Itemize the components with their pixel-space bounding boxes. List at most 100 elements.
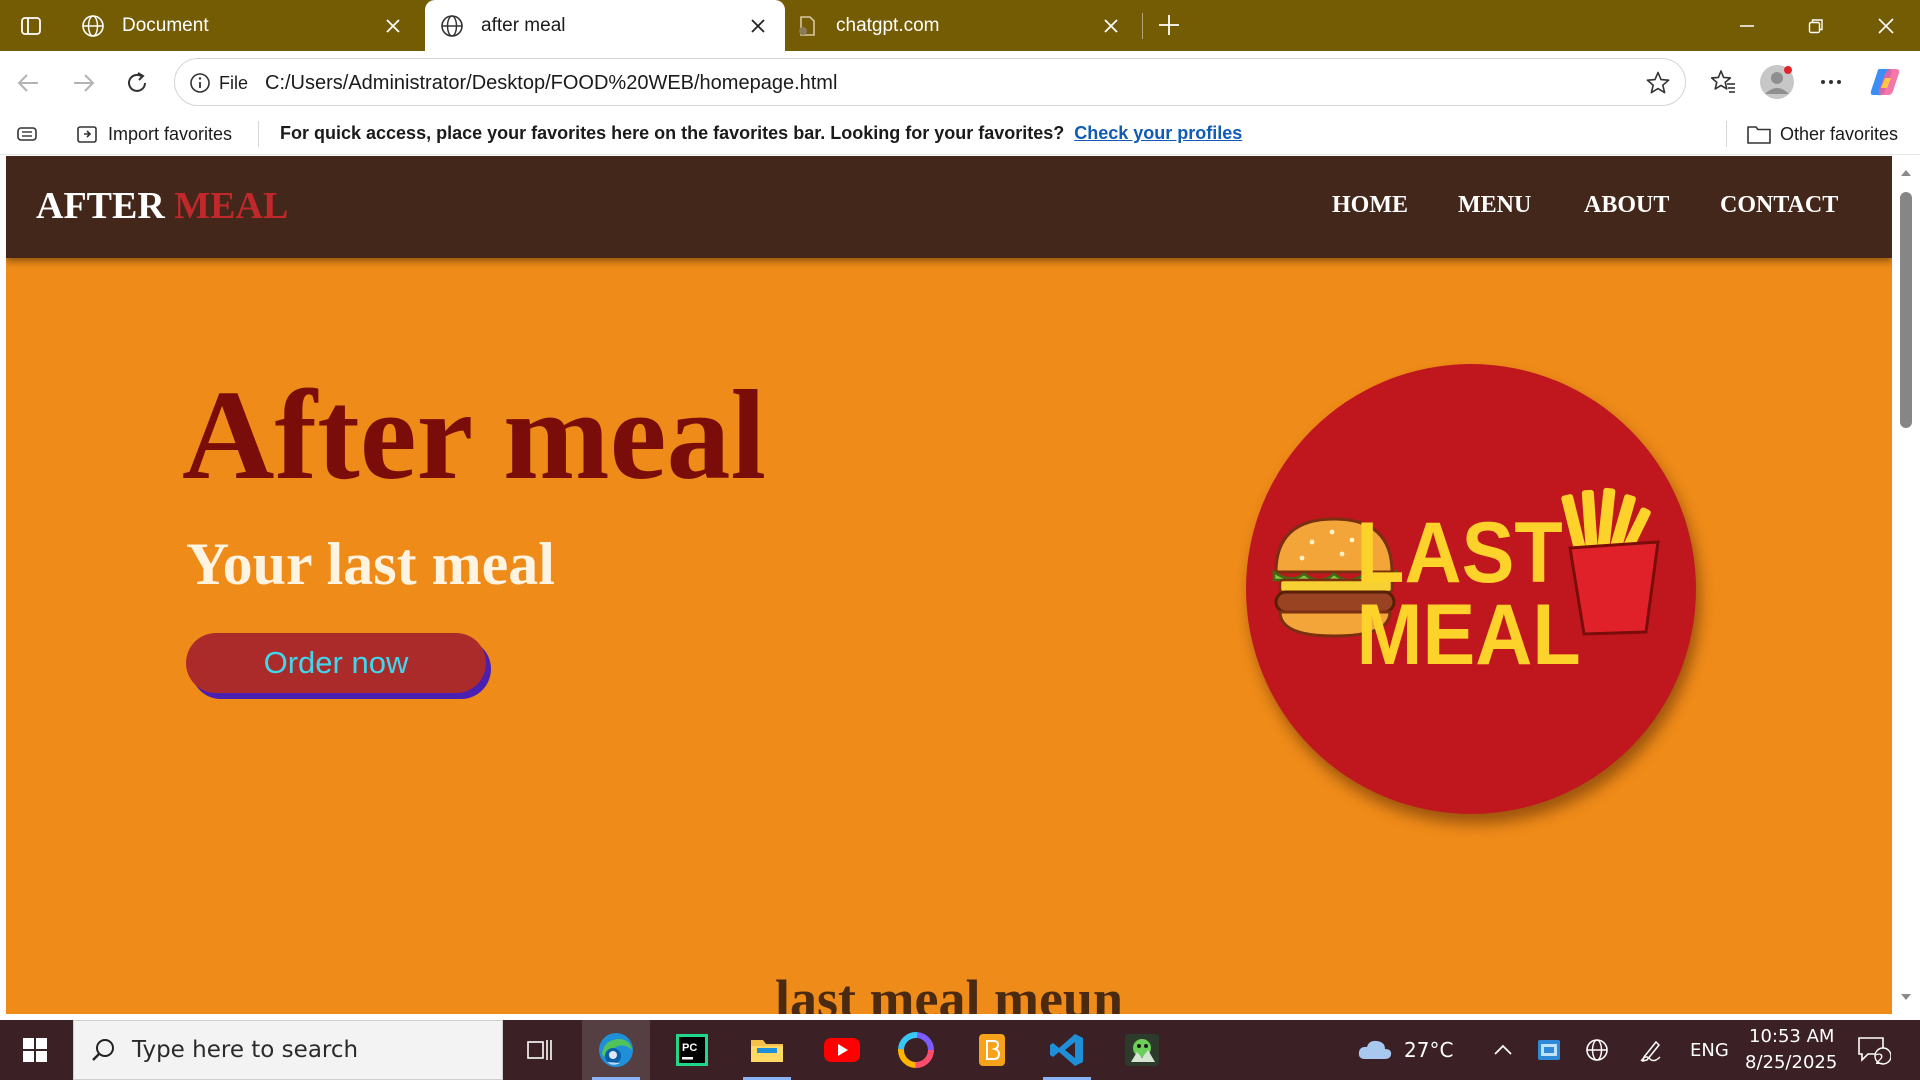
taskbar-color-app[interactable] [882, 1020, 950, 1080]
youtube-icon [824, 1038, 860, 1062]
restore-icon [1808, 18, 1823, 33]
taskbar-search[interactable]: Type here to search [73, 1020, 503, 1080]
globe-icon [80, 13, 106, 39]
tray-app-button[interactable] [1534, 1035, 1564, 1065]
windows-logo-icon [23, 1038, 47, 1062]
import-favorites-button[interactable]: Import favorites [74, 119, 232, 149]
taskbar-file-explorer[interactable] [733, 1020, 801, 1080]
pen-menu-button[interactable] [1636, 1035, 1666, 1065]
tray-app-icon [1538, 1040, 1560, 1060]
notification-icon [1858, 1037, 1891, 1065]
address-bar[interactable]: File C:/Users/Administrator/Desktop/FOOD… [174, 58, 1686, 106]
tab-title: after meal [481, 14, 566, 36]
forward-button[interactable] [64, 64, 102, 102]
weather-temperature[interactable]: 27°C [1404, 1038, 1453, 1062]
arrow-right-icon [74, 74, 95, 92]
check-profiles-link[interactable]: Check your profiles [1074, 123, 1242, 143]
tab-actions-button[interactable] [10, 12, 52, 40]
close-icon[interactable] [378, 11, 408, 41]
back-button[interactable] [10, 64, 48, 102]
taskbar-vscode[interactable] [1033, 1020, 1101, 1080]
tab-actions-icon [21, 17, 41, 35]
hero-title: After meal [182, 364, 766, 506]
nav-link-contact[interactable]: CONTACT [1720, 192, 1838, 219]
hero-subtitle: Your last meal [186, 531, 555, 597]
arrow-left-icon [17, 74, 38, 92]
game-app-icon [1125, 1034, 1159, 1066]
scroll-up-icon[interactable] [1899, 166, 1913, 180]
pen-icon [1640, 1040, 1661, 1063]
copilot-button[interactable] [1864, 61, 1906, 103]
task-view-button[interactable] [505, 1020, 573, 1080]
page-scrollbar[interactable] [1892, 156, 1920, 1014]
taskbar-pycharm[interactable]: PC [658, 1020, 726, 1080]
chevron-up-icon [1494, 1044, 1512, 1055]
add-favorite-button[interactable] [1645, 70, 1671, 96]
tab-document[interactable]: Document [66, 0, 420, 51]
collections-button[interactable] [14, 119, 48, 149]
refresh-button[interactable] [118, 64, 156, 102]
profile-button[interactable] [1756, 61, 1798, 103]
new-tab-button[interactable] [1152, 8, 1186, 42]
url-text[interactable]: C:/Users/Administrator/Desktop/FOOD%20WE… [265, 72, 837, 95]
close-icon[interactable] [1096, 11, 1126, 41]
weather-widget[interactable] [1356, 1035, 1394, 1065]
search-icon [88, 1035, 118, 1065]
info-icon [190, 73, 210, 93]
page-loading-icon [794, 13, 820, 39]
site-navbar: AFTER MEAL HOME MENU ABOUT CONTACT [6, 156, 1892, 258]
tab-after-meal[interactable]: after meal [425, 0, 785, 51]
close-window-button[interactable] [1857, 0, 1915, 51]
other-favorites-button[interactable]: Other favorites [1746, 119, 1898, 149]
tab-title: chatgpt.com [836, 14, 940, 36]
favorites-button[interactable] [1702, 61, 1744, 103]
nav-link-home[interactable]: HOME [1332, 192, 1408, 219]
clock-date[interactable]: 8/25/2025 [1745, 1052, 1837, 1073]
taskbar-edge[interactable] [582, 1020, 650, 1080]
close-icon [1878, 17, 1894, 34]
browser-toolbar: File C:/Users/Administrator/Desktop/FOOD… [0, 51, 1920, 113]
avatar [1760, 65, 1794, 99]
site-info-button[interactable]: File [189, 70, 248, 96]
favorites-message: For quick access, place your favorites h… [280, 123, 1065, 143]
show-hidden-icons-button[interactable] [1488, 1035, 1518, 1065]
tab-title: Document [122, 14, 209, 36]
svg-text:PC: PC [682, 1042, 697, 1054]
other-favorites-label: Other favorites [1780, 123, 1899, 144]
minimize-button[interactable] [1718, 0, 1776, 51]
notification-center-button[interactable] [1854, 1035, 1894, 1065]
favorites-divider [258, 121, 259, 147]
notes-app-icon [979, 1034, 1005, 1066]
site-logo[interactable]: AFTER MEAL [36, 184, 288, 228]
file-explorer-icon [751, 1040, 783, 1062]
scroll-down-icon[interactable] [1899, 990, 1913, 1004]
close-icon[interactable] [743, 11, 773, 41]
clock-time[interactable]: 10:53 AM [1749, 1026, 1834, 1047]
last-meal-logo: LAST MEAL [1246, 364, 1696, 814]
scroll-thumb[interactable] [1900, 192, 1912, 428]
taskbar-game-app[interactable] [1108, 1020, 1176, 1080]
restore-button[interactable] [1787, 0, 1845, 51]
cloud-icon [1358, 1040, 1392, 1059]
logo-word-after: AFTER [36, 185, 165, 227]
copilot-icon [1870, 69, 1900, 96]
plus-icon [1159, 15, 1179, 35]
input-language[interactable]: ENG [1690, 1040, 1729, 1061]
vscode-icon [1050, 1034, 1083, 1066]
taskbar-youtube[interactable] [808, 1020, 876, 1080]
import-icon [74, 121, 100, 147]
nav-link-about[interactable]: ABOUT [1584, 192, 1669, 219]
order-now-button[interactable]: Order now [186, 633, 486, 693]
nav-link-menu[interactable]: MENU [1458, 192, 1531, 219]
page-viewport: AFTER MEAL HOME MENU ABOUT CONTACT After… [6, 156, 1892, 1014]
settings-menu-button[interactable] [1810, 61, 1852, 103]
taskbar-notes-app[interactable] [958, 1020, 1026, 1080]
color-app-icon [898, 1032, 934, 1068]
network-button[interactable] [1582, 1035, 1612, 1065]
tab-chatgpt[interactable]: chatgpt.com [780, 0, 1138, 51]
minimize-icon [1740, 24, 1754, 27]
import-favorites-label: Import favorites [108, 123, 233, 144]
scheme-label: File [219, 72, 249, 93]
start-button[interactable] [10, 1030, 60, 1070]
favorites-bar: Import favorites For quick access, place… [0, 113, 1920, 155]
